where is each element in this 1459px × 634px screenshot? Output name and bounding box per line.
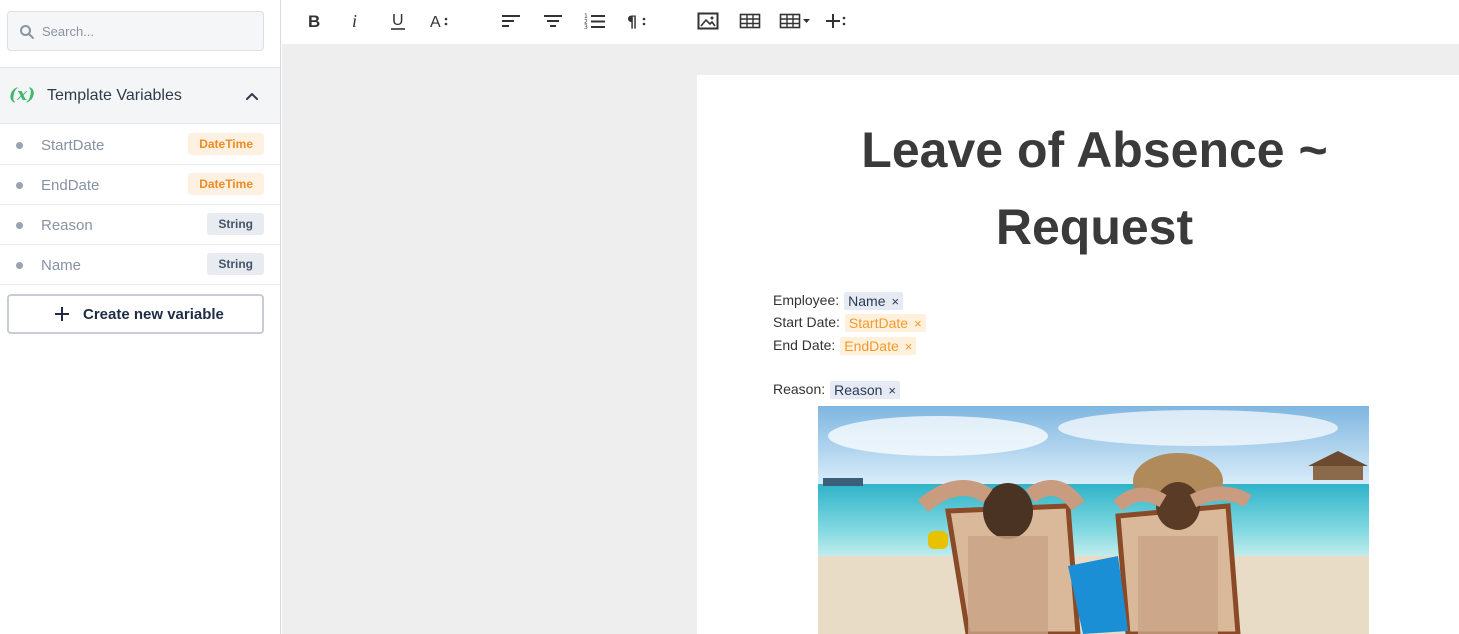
table-dropdown-icon[interactable]: [778, 8, 812, 34]
reason-field: Reason: Reason ×: [773, 379, 901, 400]
svg-text:U: U: [392, 12, 404, 29]
beach-photo[interactable]: [818, 406, 1369, 634]
paragraph-icon[interactable]: ¶: [623, 8, 651, 34]
sidebar: (x) Template Variables StartDate DateTim…: [0, 0, 281, 634]
bullet-icon: [16, 222, 23, 229]
title-line-1: Leave of Absence ~: [861, 122, 1328, 178]
type-badge: String: [207, 253, 264, 275]
variable-chip-name[interactable]: Name ×: [844, 292, 904, 311]
create-variable-button[interactable]: Create new variable: [7, 294, 264, 334]
document-title[interactable]: Leave of Absence ~ Request: [697, 112, 1459, 266]
numbered-list-icon[interactable]: 123: [581, 8, 609, 34]
variable-name: Reason: [41, 217, 93, 234]
svg-text:¶: ¶: [627, 12, 637, 30]
start-date-field: Start Date: StartDate ×: [773, 312, 926, 333]
field-label: End Date:: [773, 337, 836, 353]
x-variable-icon: (x): [9, 85, 36, 105]
variable-chip-startdate[interactable]: StartDate ×: [844, 314, 926, 333]
variable-chip-enddate[interactable]: EndDate ×: [840, 337, 917, 356]
align-center-icon[interactable]: [539, 8, 567, 34]
template-variables-header[interactable]: (x) Template Variables: [0, 68, 280, 124]
field-label: Employee:: [773, 292, 840, 308]
section-title: Template Variables: [47, 87, 182, 104]
variable-name: Name: [41, 257, 82, 274]
svg-text:3: 3: [584, 24, 588, 30]
search-box[interactable]: [7, 11, 264, 51]
end-date-field: End Date: EndDate ×: [773, 335, 917, 356]
image-icon[interactable]: [694, 8, 722, 34]
variable-item-enddate[interactable]: EndDate DateTime: [0, 165, 280, 205]
bullet-icon: [16, 262, 23, 269]
svg-text:B: B: [308, 12, 320, 30]
search-icon: [20, 25, 34, 39]
italic-icon[interactable]: i: [342, 8, 370, 34]
employee-field: Employee: Name ×: [773, 290, 904, 311]
chip-label: StartDate: [848, 315, 909, 332]
chevron-up-icon[interactable]: [244, 88, 260, 104]
close-icon[interactable]: ×: [888, 383, 896, 398]
variable-item-reason[interactable]: Reason String: [0, 205, 280, 245]
variable-item-name[interactable]: Name String: [0, 245, 280, 285]
type-badge: DateTime: [188, 173, 264, 195]
svg-text:A: A: [430, 14, 441, 30]
search-input[interactable]: [42, 12, 257, 50]
type-badge: String: [207, 213, 264, 235]
close-icon[interactable]: ×: [905, 339, 913, 354]
variable-chip-reason[interactable]: Reason ×: [830, 381, 901, 400]
bullet-icon: [16, 182, 23, 189]
variable-item-startdate[interactable]: StartDate DateTime: [0, 125, 280, 165]
editor-toolbar: B i U A 123 ¶: [282, 0, 1459, 44]
close-icon[interactable]: ×: [914, 316, 922, 331]
chip-label: Reason: [834, 382, 883, 399]
type-badge: DateTime: [188, 133, 264, 155]
chip-label: EndDate: [844, 338, 899, 355]
create-variable-label: Create new variable: [83, 306, 224, 323]
close-icon[interactable]: ×: [892, 294, 900, 309]
title-line-2: Request: [995, 199, 1194, 255]
font-size-icon[interactable]: A: [426, 8, 454, 34]
field-label: Reason:: [773, 381, 826, 397]
svg-text:i: i: [352, 12, 357, 30]
table-icon[interactable]: [736, 8, 764, 34]
align-left-icon[interactable]: [497, 8, 525, 34]
field-label: Start Date:: [773, 314, 840, 330]
insert-field-icon[interactable]: [822, 8, 850, 34]
variable-name: StartDate: [41, 137, 105, 154]
chip-label: Name: [848, 293, 886, 310]
underline-icon[interactable]: U: [384, 8, 412, 34]
variable-name: EndDate: [41, 177, 100, 194]
bullet-icon: [16, 142, 23, 149]
plus-icon: [55, 307, 69, 321]
bold-icon[interactable]: B: [300, 8, 328, 34]
